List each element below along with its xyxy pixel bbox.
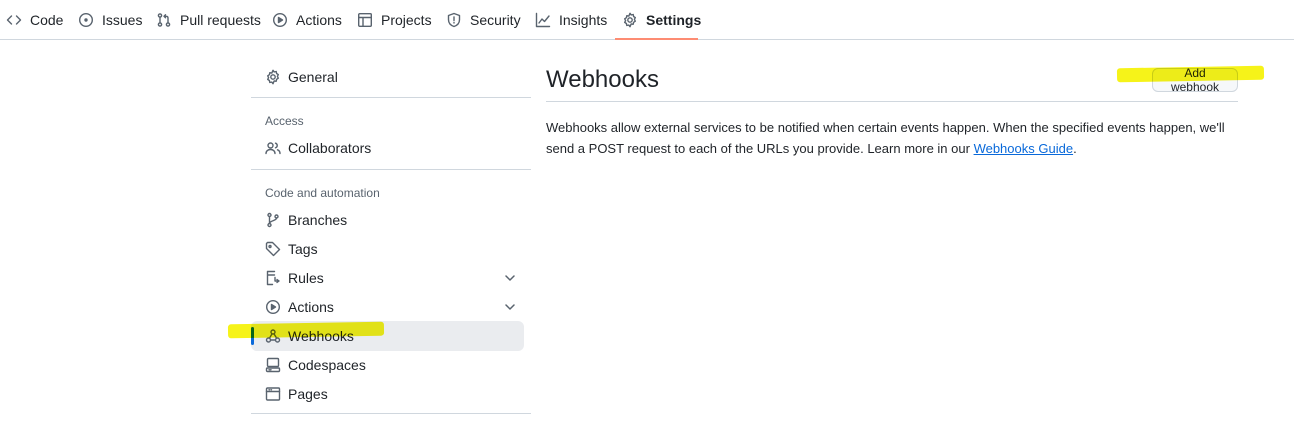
title-divider <box>546 101 1238 102</box>
gear-icon <box>265 69 288 85</box>
issue-opened-icon <box>78 12 102 28</box>
sidebar-item-tags[interactable]: Tags <box>251 234 524 264</box>
sidebar-item-branches[interactable]: Branches <box>251 205 524 235</box>
tab-settings[interactable]: Settings <box>622 0 701 40</box>
chevron-down-icon[interactable] <box>502 270 518 286</box>
sidebar-item-label: Actions <box>288 299 334 315</box>
sidebar-item-label: Rules <box>288 270 324 286</box>
tab-label: Projects <box>381 12 432 28</box>
tab-label: Security <box>470 12 521 28</box>
sidebar-item-actions[interactable]: Actions <box>251 292 524 322</box>
browser-icon <box>265 386 288 402</box>
chevron-down-icon[interactable] <box>502 299 518 315</box>
tab-label: Settings <box>646 12 702 28</box>
sidebar-divider <box>251 413 531 414</box>
tab-security[interactable]: Security <box>446 0 521 40</box>
sidebar-heading-code-automation: Code and automation <box>265 186 380 200</box>
codespaces-icon <box>265 357 288 373</box>
sidebar-item-codespaces[interactable]: Codespaces <box>251 350 524 380</box>
page-title: Webhooks <box>546 66 659 93</box>
tag-icon <box>265 241 288 257</box>
sidebar-item-label: Pages <box>288 386 328 402</box>
selected-tab-underline <box>615 38 698 40</box>
sidebar-item-label: General <box>288 69 338 85</box>
tab-issues[interactable]: Issues <box>78 0 142 40</box>
webhooks-description: Webhooks allow external services to be n… <box>546 117 1238 159</box>
table-icon <box>357 12 381 28</box>
tab-pull-requests[interactable]: Pull requests <box>156 0 261 40</box>
tab-projects[interactable]: Projects <box>357 0 432 40</box>
tab-label: Insights <box>559 12 608 28</box>
sidebar-item-rules[interactable]: Rules <box>251 263 524 293</box>
webhooks-guide-link[interactable]: Webhooks Guide <box>974 141 1074 156</box>
tab-label: Pull requests <box>180 12 261 28</box>
tab-actions[interactable]: Actions <box>272 0 342 40</box>
highlighter-mark <box>227 321 385 339</box>
description-end: . <box>1073 141 1077 156</box>
tab-code[interactable]: Code <box>6 0 63 40</box>
rules-icon <box>265 270 288 286</box>
sidebar-item-label: Tags <box>288 241 318 257</box>
gear-icon <box>622 12 646 28</box>
description-text: Webhooks allow external services to be n… <box>546 120 1225 156</box>
highlighter-mark <box>1116 65 1265 83</box>
sidebar-heading-access: Access <box>265 114 304 128</box>
graph-icon <box>535 12 559 28</box>
repo-nav: Code Issues Pull requests Actions Projec… <box>0 0 1294 40</box>
sidebar-item-pages[interactable]: Pages <box>251 379 524 409</box>
play-icon <box>265 299 288 315</box>
sidebar-divider <box>251 169 531 170</box>
git-branch-icon <box>265 212 288 228</box>
sidebar-item-label: Branches <box>288 212 348 228</box>
git-pull-request-icon <box>156 12 180 28</box>
tab-label: Code <box>30 12 64 28</box>
code-icon <box>6 12 30 28</box>
sidebar-item-label: Collaborators <box>288 140 372 156</box>
sidebar-item-label: Codespaces <box>288 357 366 373</box>
sidebar-item-collaborators[interactable]: Collaborators <box>251 133 524 163</box>
tab-label: Actions <box>296 12 342 28</box>
tab-insights[interactable]: Insights <box>535 0 607 40</box>
shield-icon <box>446 12 470 28</box>
sidebar-item-general[interactable]: General <box>251 62 524 92</box>
tab-label: Issues <box>102 12 143 28</box>
people-icon <box>265 140 288 156</box>
sidebar-divider <box>251 97 531 98</box>
play-icon <box>272 12 296 28</box>
